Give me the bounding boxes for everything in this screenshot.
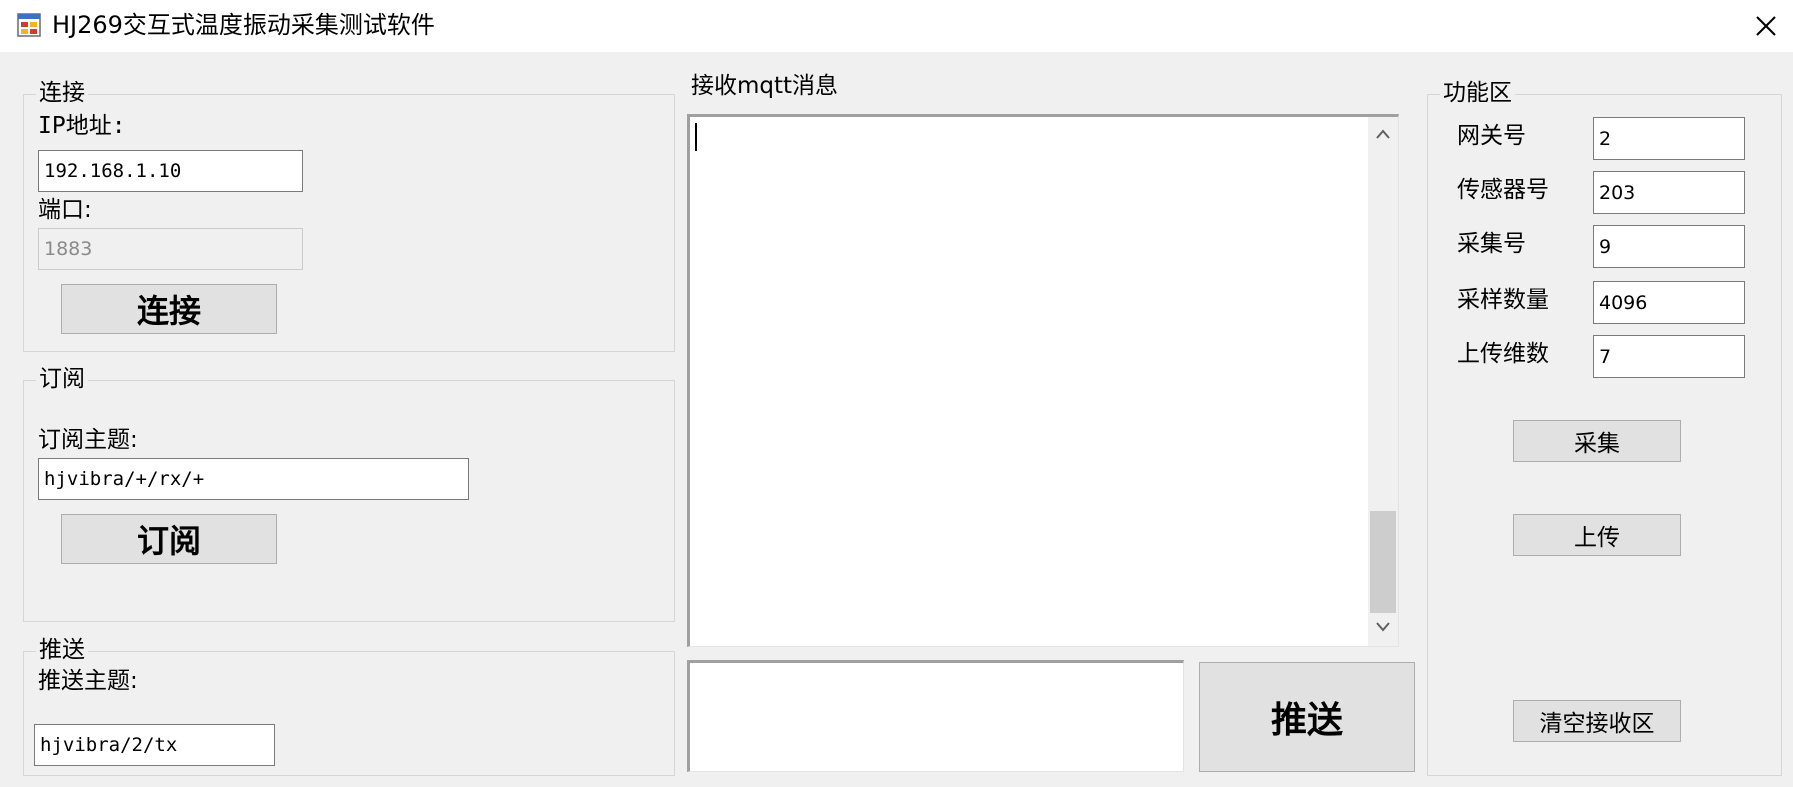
subscribe-button[interactable]: 订阅 [61,514,277,564]
scroll-down-button[interactable] [1368,610,1398,646]
chevron-down-icon [1376,622,1390,632]
port-label: 端口: [38,197,92,223]
publish-topic-input[interactable]: hjvibra/2/tx [34,724,275,766]
publish-group-legend: 推送 [36,636,88,664]
sensor-label: 传感器号 [1457,177,1549,203]
text-caret [695,123,697,151]
collect-no-input[interactable]: 9 [1593,225,1745,268]
upload-button[interactable]: 上传 [1513,514,1681,556]
window-title: HJ269交互式温度振动采集测试软件 [52,11,435,39]
app-window-icon [17,13,41,37]
scroll-thumb[interactable] [1370,511,1396,613]
upload-dim-input[interactable]: 7 [1593,335,1745,378]
subscribe-topic-input[interactable]: hjvibra/+/rx/+ [38,458,469,500]
connect-button[interactable]: 连接 [61,284,277,334]
connect-group-legend: 连接 [36,79,88,107]
port-input[interactable]: 1883 [38,228,303,270]
sample-count-input[interactable]: 4096 [1593,281,1745,324]
ip-address-input[interactable]: 192.168.1.10 [38,150,303,192]
close-icon [1756,16,1776,36]
send-message-textarea[interactable] [687,660,1184,772]
close-button[interactable] [1744,8,1788,44]
subscribe-group-legend: 订阅 [36,365,88,393]
subscribe-group: 订阅 [23,365,675,622]
title-bar: HJ269交互式温度振动采集测试软件 [0,0,1793,52]
sensor-input[interactable]: 203 [1593,171,1745,214]
receive-label: 接收mqtt消息 [691,73,839,99]
publish-button[interactable]: 推送 [1199,662,1415,772]
sample-count-label: 采样数量 [1457,287,1549,313]
receive-message-textarea[interactable] [687,114,1399,647]
publish-topic-label: 推送主题: [38,668,138,694]
receive-scrollbar[interactable] [1368,117,1398,646]
app-window: HJ269交互式温度振动采集测试软件 连接 IP地址: 192.168.1.10… [0,0,1793,787]
scroll-up-button[interactable] [1368,117,1398,153]
subscribe-topic-label: 订阅主题: [38,427,138,453]
ip-label: IP地址: [38,113,126,139]
upload-dim-label: 上传维数 [1457,341,1549,367]
collect-no-label: 采集号 [1457,231,1526,257]
clear-receive-button[interactable]: 清空接收区 [1513,700,1681,742]
function-group-legend: 功能区 [1440,79,1515,107]
gateway-label: 网关号 [1457,123,1526,149]
gateway-input[interactable]: 2 [1593,117,1745,160]
collect-button[interactable]: 采集 [1513,420,1681,462]
chevron-up-icon [1376,129,1390,139]
